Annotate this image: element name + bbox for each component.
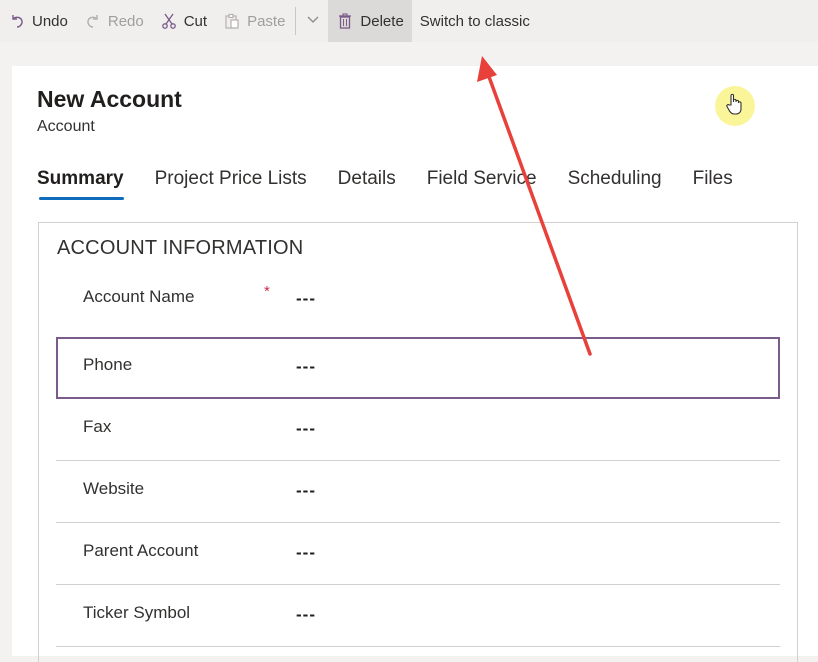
field-value[interactable]: --- xyxy=(296,543,316,563)
page-title: New Account xyxy=(37,86,182,112)
switch-to-classic-label: Switch to classic xyxy=(419,12,530,30)
cursor-highlight xyxy=(715,86,755,126)
undo-label: Undo xyxy=(32,12,68,30)
field-value[interactable]: --- xyxy=(296,419,316,439)
account-information-section: ACCOUNT INFORMATION Account Name * --- P… xyxy=(38,222,798,662)
cut-icon xyxy=(160,12,178,30)
toolbar-separator xyxy=(295,7,297,35)
field-website[interactable]: Website --- xyxy=(56,461,780,523)
tab-summary[interactable]: Summary xyxy=(37,168,124,200)
account-form: New Account Account Summary Project Pric… xyxy=(12,66,818,662)
undo-icon xyxy=(8,12,26,30)
field-ticker-symbol[interactable]: Ticker Symbol --- xyxy=(56,585,780,647)
field-value[interactable]: --- xyxy=(296,605,316,625)
paste-button[interactable]: Paste xyxy=(215,0,293,42)
delete-icon xyxy=(336,12,354,30)
section-title: ACCOUNT INFORMATION xyxy=(57,237,304,259)
field-label: Account Name xyxy=(83,287,195,306)
cut-label: Cut xyxy=(183,12,208,30)
chevron-down-icon xyxy=(306,12,320,31)
field-value[interactable]: --- xyxy=(296,289,316,309)
paste-label: Paste xyxy=(247,12,286,30)
delete-button[interactable]: Delete xyxy=(328,0,412,42)
switch-to-classic-button[interactable]: Switch to classic xyxy=(412,0,538,42)
field-fax[interactable]: Fax --- xyxy=(56,399,780,461)
tab-scheduling[interactable]: Scheduling xyxy=(568,168,662,200)
field-parent-account[interactable]: Parent Account --- xyxy=(56,523,780,585)
field-label: Phone xyxy=(83,355,133,374)
field-label: Website xyxy=(83,479,145,498)
redo-button[interactable]: Redo xyxy=(76,0,152,42)
tab-project-price-lists[interactable]: Project Price Lists xyxy=(155,168,307,200)
field-label: Parent Account xyxy=(83,541,199,560)
field-phone[interactable]: Phone --- xyxy=(56,337,780,399)
redo-icon xyxy=(84,12,102,30)
tab-field-service[interactable]: Field Service xyxy=(427,168,537,200)
tab-files[interactable]: Files xyxy=(693,168,733,200)
hand-cursor-icon xyxy=(724,92,746,121)
required-marker: * xyxy=(264,283,270,300)
tab-details[interactable]: Details xyxy=(338,168,396,200)
field-value[interactable]: --- xyxy=(296,481,316,501)
entity-name: Account xyxy=(37,118,95,135)
redo-label: Redo xyxy=(107,12,144,30)
cut-button[interactable]: Cut xyxy=(152,0,215,42)
delete-label: Delete xyxy=(360,12,404,30)
paste-icon xyxy=(223,12,241,30)
form-tabs: Summary Project Price Lists Details Fiel… xyxy=(37,168,764,200)
field-label: Fax xyxy=(83,417,112,436)
field-account-name[interactable]: Account Name * --- xyxy=(56,269,780,331)
undo-button[interactable]: Undo xyxy=(0,0,76,42)
command-bar: Undo Redo Cut Paste Delete Switch to cla… xyxy=(0,0,818,42)
field-label: Ticker Symbol xyxy=(83,603,191,622)
more-commands-dropdown[interactable] xyxy=(298,0,328,42)
field-value[interactable]: --- xyxy=(296,357,316,377)
